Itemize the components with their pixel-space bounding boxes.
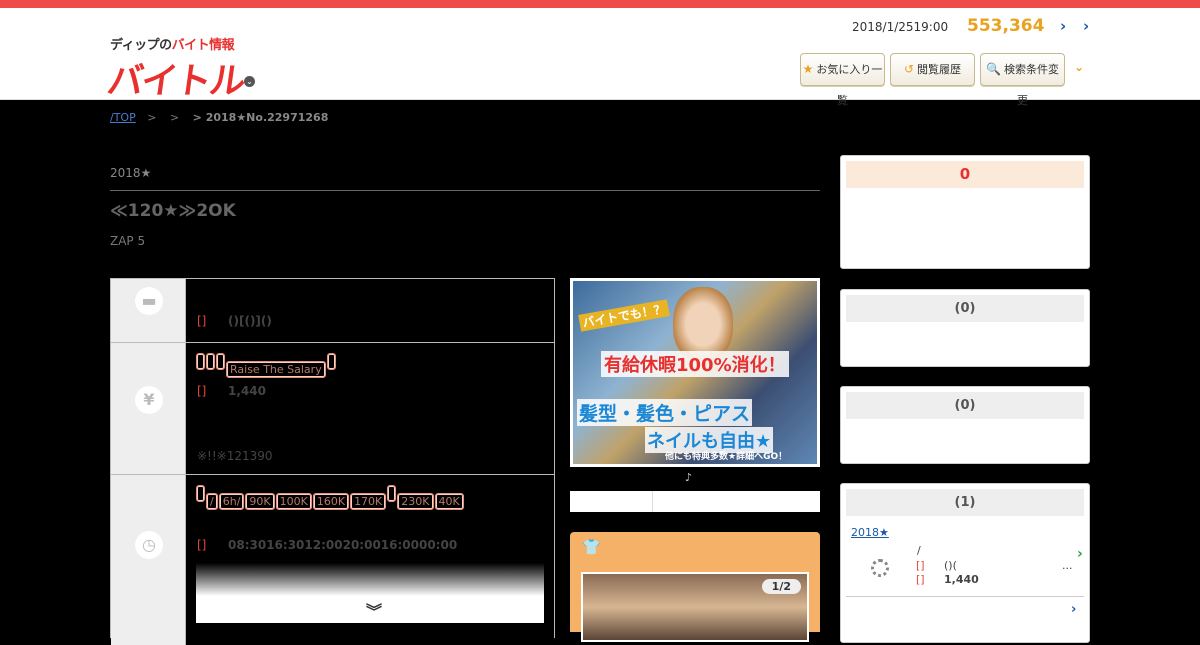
company-name: ZAP 5 [110, 234, 146, 248]
title-divider [110, 190, 820, 191]
logo-tagline-part1: ディップの [110, 38, 172, 53]
pay-tags: Raise The Salary [196, 353, 551, 381]
work-value: ()[()]() [228, 314, 272, 328]
related-job-pay-value: 1,440 [944, 573, 979, 586]
job-category: 2018★ [110, 166, 152, 180]
pay-tag [326, 353, 336, 370]
chevron-right-icon[interactable]: › [1077, 546, 1083, 562]
briefcase-icon: ▬ [135, 287, 163, 315]
uniform-panel: 👕 1/2 [570, 532, 820, 642]
time-label: [] [197, 538, 207, 552]
time-tag: 40K [434, 493, 464, 510]
favorites-button[interactable]: ★ お気に入り一覧 [800, 53, 885, 107]
top-accent-bar [0, 0, 1200, 8]
time-value: 08:3016:3012:0020:0016:0000:00 [228, 538, 458, 552]
job-info-table: ▬ [] ()[()]() ¥ Raise The Salary [] 1,44… [110, 278, 555, 645]
site-logo[interactable]: バイトル [104, 52, 247, 104]
sidebar-box-header: 0 [846, 161, 1084, 188]
pay-tag: Raise The Salary [226, 361, 326, 378]
chevron-right-icon[interactable]: › [1071, 602, 1076, 617]
photo-counter: 1/2 [761, 579, 801, 594]
breadcrumb-current: > 2018★No.22971268 [192, 111, 329, 124]
sidebar-box-3: (0) [840, 386, 1090, 464]
update-datetime: 2018/1/2519:00 [852, 20, 949, 34]
related-job-ellipsis: ... [1062, 559, 1073, 572]
tab-divider [652, 491, 653, 512]
pay-value: 1,440 [228, 384, 266, 398]
sidebar-box-header: (0) [846, 295, 1084, 322]
breadcrumb-separator: > [169, 111, 180, 124]
expand-chevron-icon[interactable]: ︾ [366, 598, 382, 622]
history-button-label: 閲覧履歴 [917, 63, 962, 76]
yen-icon: ¥ [135, 386, 163, 414]
time-tag [387, 485, 397, 502]
sidebar-box-header: (1) [846, 489, 1084, 516]
time-tag: 6h/ [218, 493, 245, 510]
sidebar-box-related: (1) 2018★ / [] ()( ... [] 1,440 › › [840, 483, 1090, 643]
pay-label: [] [197, 384, 207, 398]
logo-tagline: ディップのバイト情報 [110, 34, 235, 53]
work-label: [] [197, 314, 207, 328]
chevron-right-icon[interactable]: › [1083, 17, 1089, 35]
photo-caption-1: バイトでも！？ [578, 299, 670, 332]
clock-icon: ◷ [135, 531, 163, 559]
history-icon: ↺ [903, 62, 915, 76]
sidebar-divider [846, 596, 1084, 597]
time-tag: 230K [397, 493, 434, 510]
breadcrumb-top-link[interactable]: /TOP [110, 111, 136, 124]
read-more-fade[interactable]: ︾ [196, 563, 544, 623]
chevron-down-icon[interactable]: ⌄ [244, 76, 255, 87]
search-icon: 🔍 [986, 62, 1001, 76]
sidebar-box-2: (0) [840, 289, 1090, 367]
history-button[interactable]: ↺ 閲覧履歴 [890, 53, 975, 86]
sidebar-box-keep: 0 [840, 155, 1090, 269]
photo-caption-5: 他にも特典多数★詳細へGO！ [665, 452, 788, 462]
shirt-icon: 👕 [582, 538, 601, 556]
pay-tag [216, 353, 225, 370]
pay-tag [196, 353, 205, 370]
site-header: ディップのバイト情報 バイトル ⌄ 2018/1/2519:00 553,364… [0, 8, 1200, 107]
media-tab-bar[interactable] [570, 491, 820, 512]
related-job-slash: / [917, 544, 921, 557]
search-change-button-label: 検索条件変更 [1003, 63, 1059, 107]
star-icon: ★ [802, 62, 814, 76]
job-count: 553,364 [967, 16, 1045, 36]
pay-tag [206, 353, 215, 370]
photo-caption-3: 髪型・髪色・ピアス [577, 399, 753, 426]
pay-note: ※!!※121390 [197, 449, 273, 463]
time-tag: 100K [275, 493, 312, 510]
sidebar-box-header: (0) [846, 392, 1084, 419]
time-tag [196, 485, 205, 502]
time-tag: 160K [312, 493, 350, 510]
job-main-photo[interactable]: バイトでも！？ 有給休暇100%消化！ 髪型・髪色・ピアス ネイルも自由★ 他に… [570, 278, 820, 467]
job-row-pay: ¥ Raise The Salary [] 1,440 ※!!※121390 [111, 343, 554, 475]
music-note-icon: ♪ [685, 471, 693, 484]
breadcrumb-separator: > [147, 111, 157, 124]
loading-spinner-icon [871, 559, 889, 577]
related-job-info: ()( [944, 559, 957, 572]
time-tag: 90K [245, 493, 275, 510]
job-title: ≪120★≫2OK [110, 201, 236, 221]
favorites-button-label: お気に入り一覧 [816, 63, 883, 107]
logo-tagline-part2: バイト情報 [171, 38, 235, 53]
chevron-right-icon[interactable]: › [1060, 17, 1066, 35]
uniform-photo[interactable]: 1/2 [581, 572, 809, 642]
breadcrumb: /TOP > > > 2018★No.22971268 [110, 111, 328, 124]
photo-caption-2: 有給休暇100%消化！ [601, 351, 789, 377]
search-change-button[interactable]: 🔍 検索条件変更 [980, 53, 1065, 107]
chevron-down-icon[interactable]: ⌄ [1074, 60, 1084, 74]
related-job-label: [] [916, 559, 925, 572]
time-tags: /6h/90K 100K 160K 170K 230K 40K [196, 485, 551, 513]
job-row-work: ▬ [] ()[()]() [111, 279, 554, 343]
related-job-pay-label: [] [916, 573, 925, 586]
time-tag: / [206, 493, 218, 510]
time-tag: 170K [350, 493, 387, 510]
related-job-link[interactable]: 2018★ [851, 526, 889, 539]
